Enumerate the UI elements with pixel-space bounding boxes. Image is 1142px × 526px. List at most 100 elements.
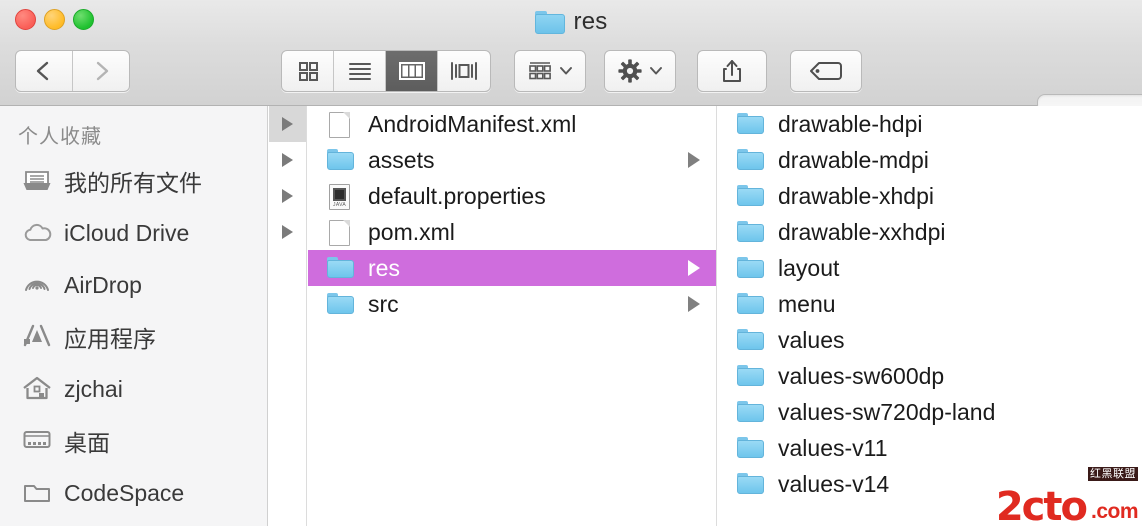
- table-row[interactable]: values-v11: [718, 430, 1142, 466]
- column-view-button[interactable]: [386, 51, 438, 91]
- share-button[interactable]: [697, 50, 767, 92]
- folder-icon: [736, 364, 766, 388]
- table-row[interactable]: values-v14: [718, 466, 1142, 502]
- action-menu-inner[interactable]: [605, 51, 675, 91]
- page-title: res: [0, 6, 1142, 38]
- tag-inner[interactable]: [791, 51, 861, 91]
- folder-icon: [736, 148, 766, 172]
- applications-icon: [22, 322, 52, 352]
- sidebar-item-all-my-files[interactable]: 我的所有文件: [0, 155, 267, 207]
- folder-icon: [326, 148, 356, 172]
- arrange-by-button[interactable]: [514, 50, 586, 92]
- chevron-down-icon: [558, 64, 574, 78]
- table-row[interactable]: drawable-xxhdpi: [718, 214, 1142, 250]
- table-row[interactable]: drawable-hdpi: [718, 106, 1142, 142]
- chevron-left-icon: [34, 60, 54, 82]
- folder-icon: [535, 11, 565, 34]
- arrange-by-inner[interactable]: [515, 51, 585, 91]
- browser-column-1: AndroidManifest.xml assets JAVA default.…: [308, 106, 717, 526]
- file-name: drawable-mdpi: [778, 147, 1142, 174]
- sidebar-item-desktop[interactable]: 桌面: [0, 415, 267, 467]
- list-view-button[interactable]: [334, 51, 386, 91]
- list-item[interactable]: [269, 142, 306, 178]
- folder-icon: [326, 256, 356, 280]
- file-name: default.properties: [368, 183, 674, 210]
- file-name: values-sw600dp: [778, 363, 1142, 390]
- table-row[interactable]: JAVA default.properties: [308, 178, 716, 214]
- table-row[interactable]: drawable-mdpi: [718, 142, 1142, 178]
- folder-icon: [736, 112, 766, 136]
- icon-view-button[interactable]: [282, 51, 334, 91]
- folder-icon: [326, 292, 356, 316]
- icloud-icon: [22, 218, 52, 248]
- folder-icon: [736, 256, 766, 280]
- disclosure-arrow[interactable]: [686, 260, 702, 276]
- disclosure-triangle-icon: [282, 189, 293, 203]
- list-view-icon: [347, 59, 373, 83]
- file-name: drawable-xhdpi: [778, 183, 1142, 210]
- tag-button[interactable]: [790, 50, 862, 92]
- sidebar-item-airdrop[interactable]: AirDrop: [0, 259, 267, 311]
- folder-icon: [736, 472, 766, 496]
- folder-icon: [22, 478, 52, 508]
- back-button[interactable]: [16, 51, 73, 91]
- sidebar-item-icloud-drive[interactable]: iCloud Drive: [0, 207, 267, 259]
- file-name: AndroidManifest.xml: [368, 111, 674, 138]
- file-name: assets: [368, 147, 674, 174]
- sidebar-item-label: 应用程序: [64, 320, 156, 354]
- sidebar-item-label: AirDrop: [64, 272, 142, 299]
- table-row[interactable]: drawable-xhdpi: [718, 178, 1142, 214]
- file-name: drawable-xxhdpi: [778, 219, 1142, 246]
- file-name: values-sw720dp-land: [778, 399, 1142, 426]
- list-item[interactable]: [269, 286, 306, 322]
- list-item[interactable]: [269, 178, 306, 214]
- share-inner[interactable]: [698, 51, 766, 91]
- sidebar-item-codespace[interactable]: CodeSpace: [0, 467, 267, 519]
- disclosure-triangle-icon: [282, 117, 293, 131]
- column-browser: AndroidManifest.xml assets JAVA default.…: [269, 106, 1142, 526]
- table-row[interactable]: pom.xml: [308, 214, 716, 250]
- table-row[interactable]: AndroidManifest.xml: [308, 106, 716, 142]
- table-row[interactable]: src: [308, 286, 716, 322]
- table-row-selected[interactable]: res: [308, 250, 716, 286]
- coverflow-view-button[interactable]: [438, 51, 490, 91]
- sidebar-item-home[interactable]: zjchai: [0, 363, 267, 415]
- sidebar-item-label: CodeSpace: [64, 480, 184, 507]
- list-item[interactable]: [269, 250, 306, 286]
- desktop-icon: [22, 426, 52, 456]
- chevron-down-icon: [648, 64, 664, 78]
- chevron-right-icon: [91, 60, 111, 82]
- sidebar-item-label: 我的所有文件: [64, 164, 202, 198]
- sidebar-item-label: 桌面: [64, 424, 110, 458]
- navigation-buttons: [15, 50, 130, 92]
- sidebar-section-header: 个人收藏: [0, 106, 267, 155]
- table-row[interactable]: values: [718, 322, 1142, 358]
- airdrop-icon: [22, 270, 52, 300]
- list-item[interactable]: [269, 214, 306, 250]
- action-menu-button[interactable]: [604, 50, 676, 92]
- folder-icon: [736, 220, 766, 244]
- sidebar: 个人收藏 我的所有文件 iCloud Drive: [0, 106, 268, 526]
- table-row[interactable]: assets: [308, 142, 716, 178]
- table-row[interactable]: values-sw600dp: [718, 358, 1142, 394]
- table-row[interactable]: menu: [718, 286, 1142, 322]
- list-item[interactable]: [269, 106, 306, 142]
- file-name: values: [778, 327, 1142, 354]
- sidebar-item-applications[interactable]: 应用程序: [0, 311, 267, 363]
- browser-column-2: drawable-hdpi drawable-mdpi drawable-xhd…: [718, 106, 1142, 526]
- table-row[interactable]: layout: [718, 250, 1142, 286]
- sidebar-item-label: iCloud Drive: [64, 220, 189, 247]
- file-name: values-v11: [778, 435, 1142, 462]
- file-name: src: [368, 291, 674, 318]
- folder-icon: [736, 184, 766, 208]
- forward-button[interactable]: [73, 51, 130, 91]
- arrange-by-icon: [527, 59, 553, 83]
- view-mode-buttons: [281, 50, 491, 92]
- folder-icon: [736, 436, 766, 460]
- disclosure-arrow[interactable]: [686, 296, 702, 312]
- file-name: layout: [778, 255, 1142, 282]
- table-row[interactable]: values-sw720dp-land: [718, 394, 1142, 430]
- all-my-files-icon: [22, 166, 52, 196]
- disclosure-arrow[interactable]: [686, 152, 702, 168]
- window-title-text: res: [574, 10, 608, 34]
